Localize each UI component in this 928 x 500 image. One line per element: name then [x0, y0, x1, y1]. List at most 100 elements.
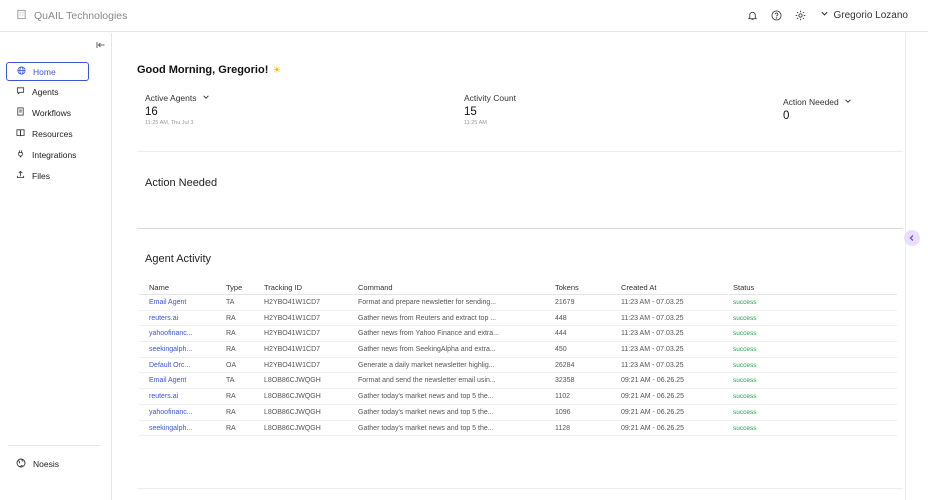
- status-badge: success: [733, 377, 757, 385]
- document-icon: [16, 107, 25, 118]
- stat-action-needed: Action Needed 0: [783, 97, 852, 122]
- table-row[interactable]: Email Agent TA H2YBO41W1CD7 Format and p…: [139, 295, 897, 311]
- sidebar-item-label: Files: [32, 170, 50, 181]
- sidebar-item-home[interactable]: Home: [6, 62, 89, 81]
- table-header: Name Type Tracking ID Command Tokens Cre…: [139, 280, 897, 295]
- table-row[interactable]: reuters.ai RA L8OB86CJWQGH Gather today'…: [139, 389, 897, 405]
- token-count: 1128: [555, 424, 571, 432]
- token-count: 448: [555, 314, 567, 322]
- agent-activity-table: Name Type Tracking ID Command Tokens Cre…: [139, 280, 897, 437]
- agent-name-link[interactable]: Email Agent: [149, 299, 186, 306]
- sidebar: Home Agents Workflows Resources Integrat…: [0, 33, 112, 500]
- column-header-name[interactable]: Name: [149, 283, 169, 292]
- top-bar: QuAIL Technologies Gregorio Lozano: [0, 0, 928, 32]
- status-badge: success: [733, 299, 757, 306]
- gear-icon[interactable]: [794, 8, 808, 22]
- column-header-type[interactable]: Type: [226, 283, 242, 292]
- agent-name-link[interactable]: seekingalph...: [149, 346, 192, 353]
- column-header-tracking-id[interactable]: Tracking ID: [264, 283, 302, 292]
- bell-icon[interactable]: [746, 8, 760, 22]
- agent-name-link[interactable]: reuters.ai: [149, 315, 178, 322]
- sidebar-item-resources[interactable]: Resources: [6, 124, 89, 143]
- sidebar-divider: [8, 445, 100, 446]
- noesis-label: Noesis: [33, 459, 59, 469]
- greeting-text: Good Morning, Gregorio!: [137, 64, 269, 76]
- created-at: 11:23 AM - 07.03.25: [621, 330, 684, 338]
- stat-label: Activity Count: [464, 93, 516, 103]
- token-count: 450: [555, 346, 567, 354]
- agent-name-link[interactable]: Default Orc...: [149, 362, 190, 369]
- brand[interactable]: QuAIL Technologies: [16, 9, 127, 23]
- globe-icon: [16, 458, 26, 470]
- chevron-down-icon[interactable]: [844, 97, 852, 107]
- help-icon[interactable]: [770, 8, 784, 22]
- table-row[interactable]: yahoofinanc... RA H2YBO41W1CD7 Gather ne…: [139, 326, 897, 343]
- column-header-status[interactable]: Status: [733, 283, 754, 292]
- command-text: Gather news from SeekingAlpha and extra.…: [358, 346, 496, 354]
- column-header-command[interactable]: Command: [358, 283, 393, 292]
- sidebar-item-label: Resources: [32, 128, 73, 139]
- user-menu[interactable]: Gregorio Lozano: [820, 9, 908, 21]
- agent-type: TA: [226, 377, 235, 385]
- tracking-id: H2YBO41W1CD7: [264, 314, 321, 322]
- status-badge: success: [733, 330, 757, 338]
- sidebar-item-label: Agents: [32, 86, 59, 97]
- column-header-tokens[interactable]: Tokens: [555, 283, 579, 292]
- sidebar-item-workflows[interactable]: Workflows: [6, 103, 89, 122]
- agent-name-link[interactable]: seekingalph...: [149, 425, 192, 432]
- sidebar-item-agents[interactable]: Agents: [6, 82, 89, 101]
- tracking-id: H2YBO41W1CD7: [264, 299, 321, 306]
- right-panel-edge: [905, 33, 906, 500]
- sun-icon: ☀: [272, 64, 282, 76]
- action-needed-title: Action Needed: [145, 177, 218, 189]
- stat-value: 15: [464, 106, 477, 118]
- created-at: 09:21 AM - 06.26.25: [621, 424, 685, 432]
- noesis-link[interactable]: Noesis: [16, 458, 59, 470]
- command-text: Gather news from Yahoo Finance and extra…: [358, 330, 499, 338]
- agent-name-link[interactable]: reuters.ai: [149, 393, 178, 400]
- table-row[interactable]: Email Agent TA L8OB86CJWQGH Format and s…: [139, 373, 897, 390]
- created-at: 11:23 AM - 07.03.25: [621, 299, 684, 306]
- agent-type: TA: [226, 299, 235, 306]
- table-row[interactable]: seekingalph... RA H2YBO41W1CD7 Gather ne…: [139, 342, 897, 358]
- sidebar-item-files[interactable]: Files: [6, 166, 89, 185]
- token-count: 1102: [555, 393, 571, 401]
- stat-timestamp: 11:25 AM, Thu Jul 3: [145, 120, 194, 126]
- chevron-down-icon[interactable]: [202, 93, 210, 103]
- agent-activity-title: Agent Activity: [145, 253, 212, 265]
- agent-name-link[interactable]: yahoofinanc...: [149, 330, 193, 337]
- agent-name-link[interactable]: yahoofinanc...: [149, 409, 193, 416]
- stat-value: 0: [783, 110, 790, 122]
- token-count: 1096: [555, 408, 571, 416]
- divider: [137, 228, 903, 229]
- token-count: 32358: [555, 377, 575, 385]
- tracking-id: H2YBO41W1CD7: [264, 346, 321, 354]
- expand-panel-button[interactable]: [904, 230, 920, 246]
- chat-icon: [16, 86, 25, 97]
- token-count: 21679: [555, 299, 575, 306]
- created-at: 11:23 AM - 07.03.25: [621, 314, 684, 322]
- table-row[interactable]: Default Orc... OA H2YBO41W1CD7 Generate …: [139, 358, 897, 374]
- agent-name-link[interactable]: Email Agent: [149, 377, 186, 384]
- tracking-id: L8OB86CJWQGH: [264, 393, 321, 401]
- sidebar-item-integrations[interactable]: Integrations: [6, 145, 89, 164]
- tracking-id: L8OB86CJWQGH: [264, 424, 321, 432]
- tracking-id: L8OB86CJWQGH: [264, 377, 321, 385]
- agent-type: RA: [226, 346, 236, 354]
- globe-icon: [17, 66, 26, 77]
- tracking-id: H2YBO41W1CD7: [264, 361, 321, 369]
- table-row[interactable]: seekingalph... RA L8OB86CJWQGH Gather to…: [139, 421, 897, 437]
- created-at: 09:21 AM - 06.26.25: [621, 377, 685, 385]
- greeting: Good Morning, Gregorio! ☀: [137, 64, 281, 76]
- column-header-created-at[interactable]: Created At: [621, 283, 656, 292]
- chevron-down-icon: [820, 9, 829, 21]
- command-text: Gather today's market news and top 5 the…: [358, 408, 494, 416]
- table-row[interactable]: yahoofinanc... RA L8OB86CJWQGH Gather to…: [139, 405, 897, 421]
- command-text: Format and prepare newsletter for sendin…: [358, 299, 497, 306]
- agent-type: OA: [226, 361, 237, 369]
- table-row[interactable]: reuters.ai RA H2YBO41W1CD7 Gather news f…: [139, 311, 897, 327]
- upload-icon: [16, 170, 25, 181]
- plug-icon: [16, 149, 25, 160]
- created-at: 11:23 AM - 07.03.25: [621, 346, 684, 354]
- collapse-sidebar-icon[interactable]: [96, 37, 108, 49]
